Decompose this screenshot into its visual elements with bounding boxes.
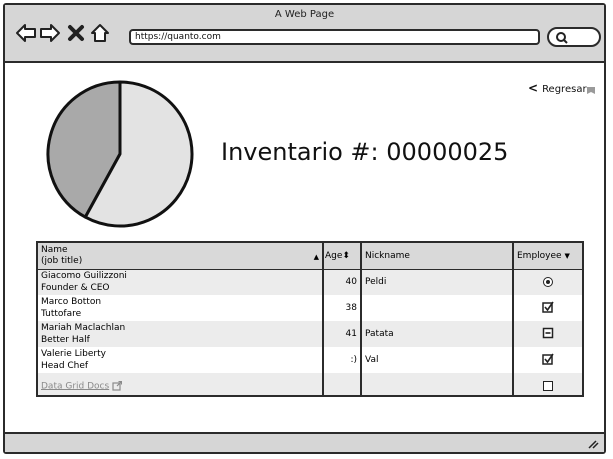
table-row: Data Grid Docs xyxy=(38,373,582,395)
sort-both-icon[interactable]: ⬍ xyxy=(342,251,350,261)
cell-nickname-empty xyxy=(361,373,513,395)
column-header-employee-label: Employee xyxy=(517,250,562,261)
cell-employee xyxy=(512,373,582,395)
column-header-age-label: Age xyxy=(325,250,343,261)
employee-name: Valerie Liberty xyxy=(41,349,106,359)
back-link[interactable]: < Regresar xyxy=(528,81,587,95)
browser-window: A Web Page https://quanto.com < Regresar … xyxy=(3,3,606,454)
resize-grip-icon[interactable] xyxy=(587,439,599,449)
cursor-flag-icon xyxy=(587,87,595,94)
column-header-age[interactable]: Age⬍ xyxy=(322,243,362,270)
close-x-icon[interactable] xyxy=(65,22,87,44)
cell-name: Marco Botton Tuttofare xyxy=(38,295,323,321)
table-row[interactable]: Valerie Liberty Head Chef :) Val xyxy=(38,347,582,373)
column-header-name-label: Name xyxy=(41,244,68,255)
data-grid-docs-link[interactable]: Data Grid Docs xyxy=(41,381,109,391)
cell-name: Valerie Liberty Head Chef xyxy=(38,347,323,373)
data-grid: ▲ Name (job title) Age⬍ Nickname Employe… xyxy=(36,241,584,397)
employee-checkbox-checked[interactable] xyxy=(542,301,554,313)
title-bar: A Web Page https://quanto.com xyxy=(5,5,604,63)
table-row[interactable]: Mariah Maclachlan Better Half 41 Patata xyxy=(38,321,582,347)
page-title: Inventario #: 00000025 xyxy=(221,138,509,166)
employee-radio-selected[interactable] xyxy=(543,277,553,287)
employee-name: Mariah Maclachlan xyxy=(41,323,126,333)
employee-name: Marco Botton xyxy=(41,297,102,307)
cell-age: 40 xyxy=(322,269,362,295)
table-row[interactable]: Marco Botton Tuttofare 38 xyxy=(38,295,582,321)
back-arrow-icon[interactable] xyxy=(15,22,37,44)
cell-employee xyxy=(512,269,582,295)
cell-docs: Data Grid Docs xyxy=(38,373,323,395)
search-icon xyxy=(556,32,568,44)
employee-title: Better Half xyxy=(41,335,90,345)
cell-nickname: Patata xyxy=(365,329,394,339)
column-header-name-sublabel: (job title) xyxy=(41,255,83,266)
employee-title: Founder & CEO xyxy=(41,283,110,294)
employee-checkbox-indeterminate[interactable] xyxy=(542,327,554,339)
external-link-icon[interactable] xyxy=(112,380,123,391)
cell-nickname: Val xyxy=(365,355,379,365)
cell-age: 41 xyxy=(322,321,362,347)
cell-name: Mariah Maclachlan Better Half xyxy=(38,321,323,347)
forward-arrow-icon[interactable] xyxy=(39,22,61,44)
column-header-name[interactable]: ▲ Name (job title) xyxy=(38,243,323,270)
cell-age: :) xyxy=(322,347,362,373)
column-header-nickname-label: Nickname xyxy=(365,250,410,261)
url-field[interactable]: https://quanto.com xyxy=(129,29,540,45)
cell-age-empty xyxy=(322,373,362,395)
cell-employee xyxy=(512,347,582,373)
employee-title: Tuttofare xyxy=(41,309,82,319)
cell-employee xyxy=(512,321,582,347)
pie-chart xyxy=(46,80,194,228)
column-header-employee[interactable]: Employee ▼ xyxy=(512,243,582,270)
employee-title: Head Chef xyxy=(41,361,89,371)
employee-name: Giacomo Guilizzoni xyxy=(41,271,127,282)
status-bar xyxy=(5,432,604,452)
back-link-label: Regresar xyxy=(542,84,587,95)
employee-checkbox-unchecked[interactable] xyxy=(543,380,553,391)
search-button[interactable] xyxy=(547,27,601,47)
window-title: A Web Page xyxy=(274,9,335,20)
column-header-nickname[interactable]: Nickname xyxy=(361,243,513,270)
cell-nickname xyxy=(361,295,513,321)
table-row[interactable]: Giacomo Guilizzoni Founder & CEO 40 Peld… xyxy=(38,269,582,295)
cell-age: 38 xyxy=(322,295,362,321)
cell-name: Giacomo Guilizzoni Founder & CEO xyxy=(38,269,323,295)
employee-checkbox-checked[interactable] xyxy=(542,353,554,365)
sort-ascending-icon[interactable]: ▲ xyxy=(314,253,319,261)
chevron-left-icon: < xyxy=(528,81,539,95)
dropdown-arrow-icon[interactable]: ▼ xyxy=(564,252,569,260)
grid-header-row: ▲ Name (job title) Age⬍ Nickname Employe… xyxy=(38,243,582,270)
home-icon[interactable] xyxy=(89,22,111,44)
cell-employee xyxy=(512,295,582,321)
cell-nickname: Peldi xyxy=(365,277,387,288)
